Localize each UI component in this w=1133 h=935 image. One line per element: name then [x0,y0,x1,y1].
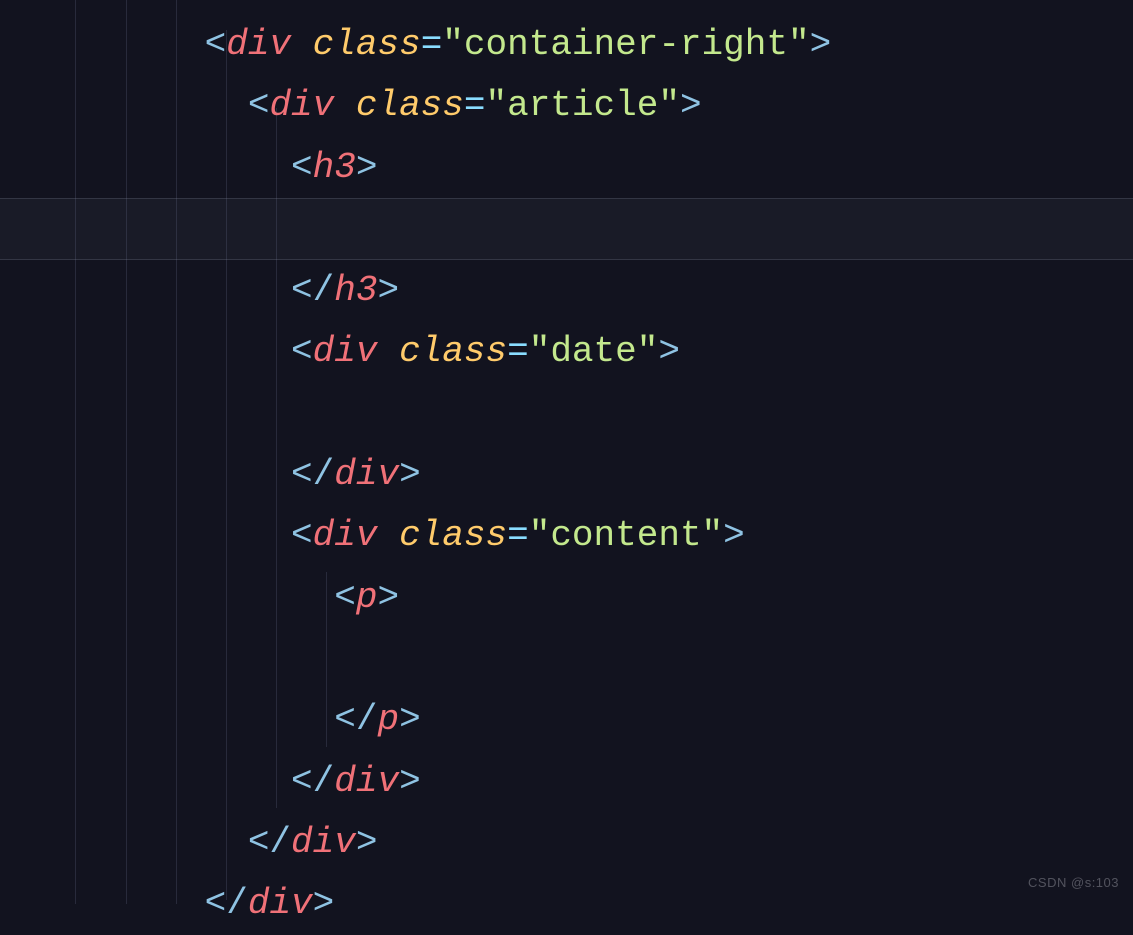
code-token: = [464,85,486,126]
code-line[interactable]: </div> [0,751,1133,812]
code-line[interactable]: </div> [0,444,1133,505]
code-token: > [658,331,680,372]
code-token: div [313,331,378,372]
code-token: < [334,577,356,618]
code-token: > [399,761,421,802]
code-token: </ [334,699,377,740]
code-token: = [507,515,529,556]
code-token: > [356,147,378,188]
code-token: < [291,147,313,188]
code-token: > [723,515,745,556]
code-token: > [399,454,421,495]
code-token: class [313,24,421,65]
code-lines-container: <div class="container-right"> <div class… [0,14,1133,935]
code-token: > [810,24,832,65]
watermark-text: CSDN @s:103 [1028,872,1119,894]
code-line[interactable]: </div> [0,812,1133,873]
code-token: < [291,515,313,556]
code-line[interactable]: <div class="container-right"> [0,14,1133,75]
code-token: class [356,85,464,126]
code-token: div [334,454,399,495]
code-token: > [680,85,702,126]
code-token: "date" [529,331,659,372]
code-token: class [399,515,507,556]
code-token: </ [291,270,334,311]
code-token: </ [291,761,334,802]
code-line[interactable] [0,628,1133,689]
code-editor[interactable]: <div class="container-right"> <div class… [0,0,1133,935]
code-line[interactable]: <p> [0,567,1133,628]
code-line[interactable]: <h3> [0,137,1133,198]
code-token: p [377,699,399,740]
code-token: "container-right" [442,24,809,65]
code-token: div [291,822,356,863]
code-token: "article" [486,85,680,126]
code-token: > [399,699,421,740]
code-token [334,85,356,126]
code-token: </ [291,454,334,495]
code-line[interactable]: <div class="content"> [0,505,1133,566]
code-token: < [205,24,227,65]
code-line[interactable] [0,198,1133,259]
code-token [291,24,313,65]
code-token: > [356,822,378,863]
code-token: div [334,761,399,802]
code-token: = [421,24,443,65]
code-line[interactable]: </h3> [0,260,1133,321]
code-token: < [248,85,270,126]
code-token: p [356,577,378,618]
code-token: "content" [529,515,723,556]
code-token: > [377,270,399,311]
code-token: h3 [313,147,356,188]
code-line[interactable]: </div> [0,873,1133,934]
code-token [377,331,399,372]
code-token: </ [248,822,291,863]
code-line[interactable] [0,382,1133,443]
code-token: div [313,515,378,556]
code-line[interactable]: <div class="article"> [0,75,1133,136]
code-token [377,515,399,556]
code-token: < [291,331,313,372]
code-line[interactable]: <div class="date"> [0,321,1133,382]
code-token: class [399,331,507,372]
code-token: h3 [334,270,377,311]
code-token: div [226,24,291,65]
code-token: = [507,331,529,372]
code-token: div [269,85,334,126]
code-line[interactable]: </p> [0,689,1133,750]
code-token: > [377,577,399,618]
